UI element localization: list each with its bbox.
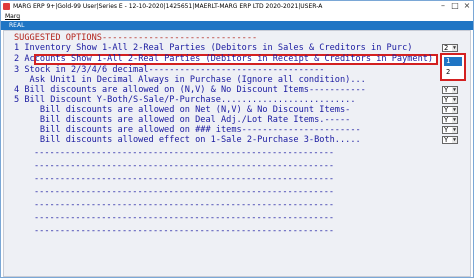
- option-row-5[interactable]: 5 Bill Discount Y-Both/S-Sale/P-Purchase…: [14, 96, 356, 105]
- value-field-1[interactable]: 2 ▼: [442, 44, 458, 52]
- option-text: Bill discounts are allowed on Net (N,V) …: [19, 105, 351, 115]
- filler-line: ----------------------------------------…: [34, 200, 335, 210]
- option-row-1[interactable]: 1 Inventory Show 1-All 2-Real Parties (D…: [14, 44, 412, 53]
- filler-line: ----------------------------------------…: [34, 213, 335, 223]
- chevron-down-icon[interactable]: ▼: [452, 127, 457, 133]
- app-window: MARG ERP 9+|Gold-99 User|Series E - 12-1…: [0, 0, 474, 278]
- menu-marg[interactable]: Marg: [5, 12, 20, 21]
- value-field-5b[interactable]: Y ▼: [442, 116, 458, 124]
- options-panel: SUGGESTED OPTIONS-----------------------…: [3, 30, 471, 277]
- option-row-2[interactable]: 2 Accounts Show 1-All 2-Real Parties (De…: [14, 55, 433, 64]
- chevron-down-icon[interactable]: ▼: [452, 107, 457, 113]
- option-text: Bill Discount Y-Both/S-Sale/P-Purchase..…: [24, 95, 356, 105]
- option-row-5d[interactable]: Bill discounts allowed effect on 1-Sale …: [14, 136, 361, 145]
- value-dropdown-2[interactable]: 1 2: [440, 53, 466, 81]
- option-text: Bill discounts are allowed on ### items-…: [19, 125, 361, 135]
- tab-bar: REAL: [1, 21, 473, 30]
- filler-line: ----------------------------------------…: [34, 226, 335, 236]
- filler-line: ----------------------------------------…: [34, 148, 335, 158]
- option-row-5a[interactable]: Bill discounts are allowed on Net (N,V) …: [14, 106, 350, 115]
- value-text: Y: [444, 96, 449, 104]
- filler-line: ----------------------------------------…: [34, 174, 335, 184]
- option-num: 2: [14, 54, 20, 64]
- value-field-5d[interactable]: Y ▼: [442, 136, 458, 144]
- value-text: Y: [444, 126, 449, 134]
- value-text: Y: [444, 86, 449, 94]
- chevron-down-icon[interactable]: ▼: [452, 87, 457, 93]
- option-row-5b[interactable]: Bill discounts are allowed on Deal Adj./…: [14, 116, 350, 125]
- option-row-4[interactable]: 4 Bill discounts are allowed on (N,V) & …: [14, 86, 366, 95]
- value-field-4[interactable]: Y ▼: [442, 86, 458, 94]
- value-text: Y: [444, 106, 449, 114]
- value-text: 2: [444, 44, 449, 52]
- dropdown-option-1[interactable]: 1: [444, 57, 462, 66]
- option-row-3[interactable]: 3 Stock in 2/3/4/6 decimal--------------…: [14, 66, 324, 75]
- value-field-5c[interactable]: Y ▼: [442, 126, 458, 134]
- option-text: Bill discounts allowed effect on 1-Sale …: [19, 135, 361, 145]
- value-text: Y: [444, 116, 449, 124]
- chevron-down-icon[interactable]: ▼: [452, 45, 457, 51]
- chevron-down-icon[interactable]: ▼: [452, 97, 457, 103]
- option-num: 5: [14, 95, 20, 105]
- filler-line: ----------------------------------------…: [34, 161, 335, 171]
- option-text: Inventory Show 1-All 2-Real Parties (Deb…: [24, 43, 413, 53]
- tab-real[interactable]: REAL: [9, 21, 24, 30]
- chevron-down-icon[interactable]: ▼: [452, 117, 457, 123]
- app-logo-icon: [3, 3, 10, 10]
- value-text: Y: [444, 136, 449, 144]
- option-num: 3: [14, 65, 20, 75]
- option-row-5c[interactable]: Bill discounts are allowed on ### items-…: [14, 126, 361, 135]
- option-text: Stock in 2/3/4/6 decimal----------------…: [24, 65, 325, 75]
- option-text: Bill discounts are allowed on (N,V) & No…: [24, 85, 366, 95]
- window-title: MARG ERP 9+|Gold-99 User|Series E - 12-1…: [13, 3, 323, 10]
- title-bar: MARG ERP 9+|Gold-99 User|Series E - 12-1…: [1, 1, 473, 12]
- option-text: Bill discounts are allowed on Deal Adj./…: [19, 115, 351, 125]
- suggested-options-heading: SUGGESTED OPTIONS-----------------------…: [14, 33, 258, 43]
- chevron-down-icon[interactable]: ▼: [452, 137, 457, 143]
- value-field-5a[interactable]: Y ▼: [442, 106, 458, 114]
- menu-bar: Marg: [1, 12, 473, 21]
- dropdown-option-2[interactable]: 2: [444, 68, 462, 77]
- minimize-icon[interactable]: –: [437, 1, 449, 12]
- option-row-3a[interactable]: Ask Unit1 in Decimal Always in Purchase …: [14, 76, 366, 85]
- option-num: 4: [14, 85, 20, 95]
- maximize-icon[interactable]: □: [449, 1, 461, 12]
- option-num: 1: [14, 43, 20, 53]
- close-icon[interactable]: ×: [461, 1, 473, 12]
- filler-line: ----------------------------------------…: [34, 187, 335, 197]
- option-text: Ask Unit1 in Decimal Always in Purchase …: [19, 75, 366, 85]
- value-field-5[interactable]: Y ▼: [442, 96, 458, 104]
- option-text: Accounts Show 1-All 2-Real Parties (Debi…: [24, 54, 434, 64]
